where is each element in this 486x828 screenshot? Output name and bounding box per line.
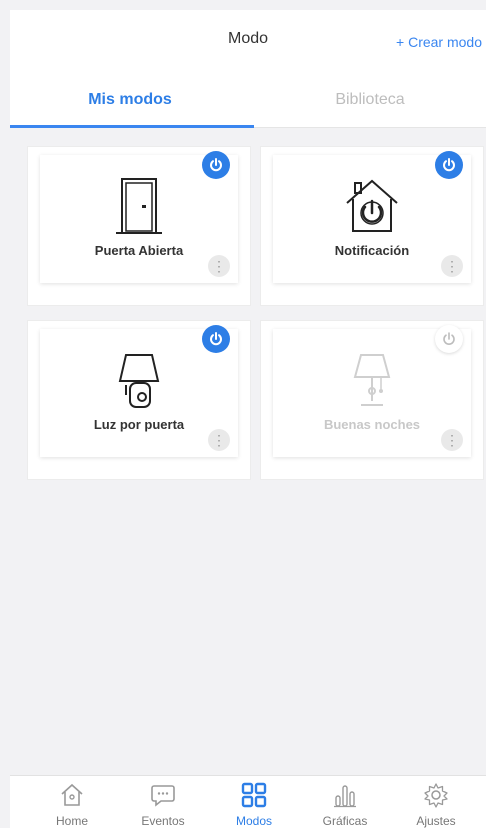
lamp-icon (118, 354, 160, 408)
nav-home[interactable]: Home (32, 782, 112, 828)
bar-chart-icon (334, 785, 356, 808)
power-toggle[interactable] (202, 325, 230, 353)
chat-icon (151, 785, 175, 807)
create-mode-button[interactable]: + Crear modo (396, 34, 482, 50)
power-icon (443, 158, 455, 172)
nav-modos[interactable]: Modos (214, 782, 294, 828)
night-lamp-icon (353, 354, 391, 406)
more-icon: ⋮ (212, 431, 226, 448)
nav-ajustes[interactable]: Ajustes (396, 782, 476, 828)
top-bar: Modo + Crear modo (10, 10, 486, 72)
more-icon: ⋮ (212, 257, 226, 274)
gear-icon (424, 783, 448, 808)
mode-label: Puerta Abierta (94, 243, 184, 258)
mode-label: Buenas noches (323, 417, 421, 432)
mode-card-notificacion[interactable]: Notificación ⋮ (260, 146, 484, 306)
mode-card-body: Notificación ⋮ (273, 151, 471, 283)
nav-label: Ajustes (416, 814, 456, 828)
bottom-navigation: Home Eventos Modos Gráficas Ajustes (10, 775, 486, 828)
mode-card-body: Luz por puerta ⋮ (40, 325, 238, 457)
home-power-icon (346, 179, 398, 232)
mode-label: Notificación (334, 243, 410, 258)
mode-card-body: Buenas noches ⋮ (273, 325, 471, 457)
more-options-button[interactable]: ⋮ (208, 255, 230, 277)
nav-label: Eventos (141, 814, 185, 828)
mode-tabs: Mis modos Biblioteca (10, 72, 486, 128)
power-toggle[interactable] (435, 325, 463, 353)
nav-eventos[interactable]: Eventos (123, 782, 203, 828)
mode-card-body: Puerta Abierta ⋮ (40, 151, 238, 283)
nav-graficas[interactable]: Gráficas (305, 782, 385, 828)
mode-label: Luz por puerta (93, 417, 185, 432)
nav-label: Gráficas (322, 814, 368, 828)
more-options-button[interactable]: ⋮ (208, 429, 230, 451)
mode-card-puerta-abierta[interactable]: Puerta Abierta ⋮ (27, 146, 251, 306)
power-toggle[interactable] (202, 151, 230, 179)
tab-mis-modos[interactable]: Mis modos (10, 72, 250, 128)
tab-biblioteca[interactable]: Biblioteca (250, 72, 486, 128)
nav-label: Modos (235, 814, 273, 828)
mode-card-buenas-noches[interactable]: Buenas noches ⋮ (260, 320, 484, 480)
home-icon (61, 783, 83, 806)
active-tab-indicator (10, 125, 254, 128)
power-toggle[interactable] (435, 151, 463, 179)
grid-icon (241, 782, 267, 808)
app-frame: Modo + Crear modo Mis modos Biblioteca P… (0, 0, 486, 828)
more-options-button[interactable]: ⋮ (441, 429, 463, 451)
power-icon (210, 158, 222, 172)
door-icon (116, 178, 162, 234)
power-icon (443, 332, 455, 345)
more-icon: ⋮ (445, 257, 459, 274)
more-icon: ⋮ (445, 431, 459, 448)
more-options-button[interactable]: ⋮ (441, 255, 463, 277)
mode-card-luz-por-puerta[interactable]: Luz por puerta ⋮ (27, 320, 251, 480)
power-icon (210, 332, 222, 346)
nav-label: Home (55, 814, 88, 828)
